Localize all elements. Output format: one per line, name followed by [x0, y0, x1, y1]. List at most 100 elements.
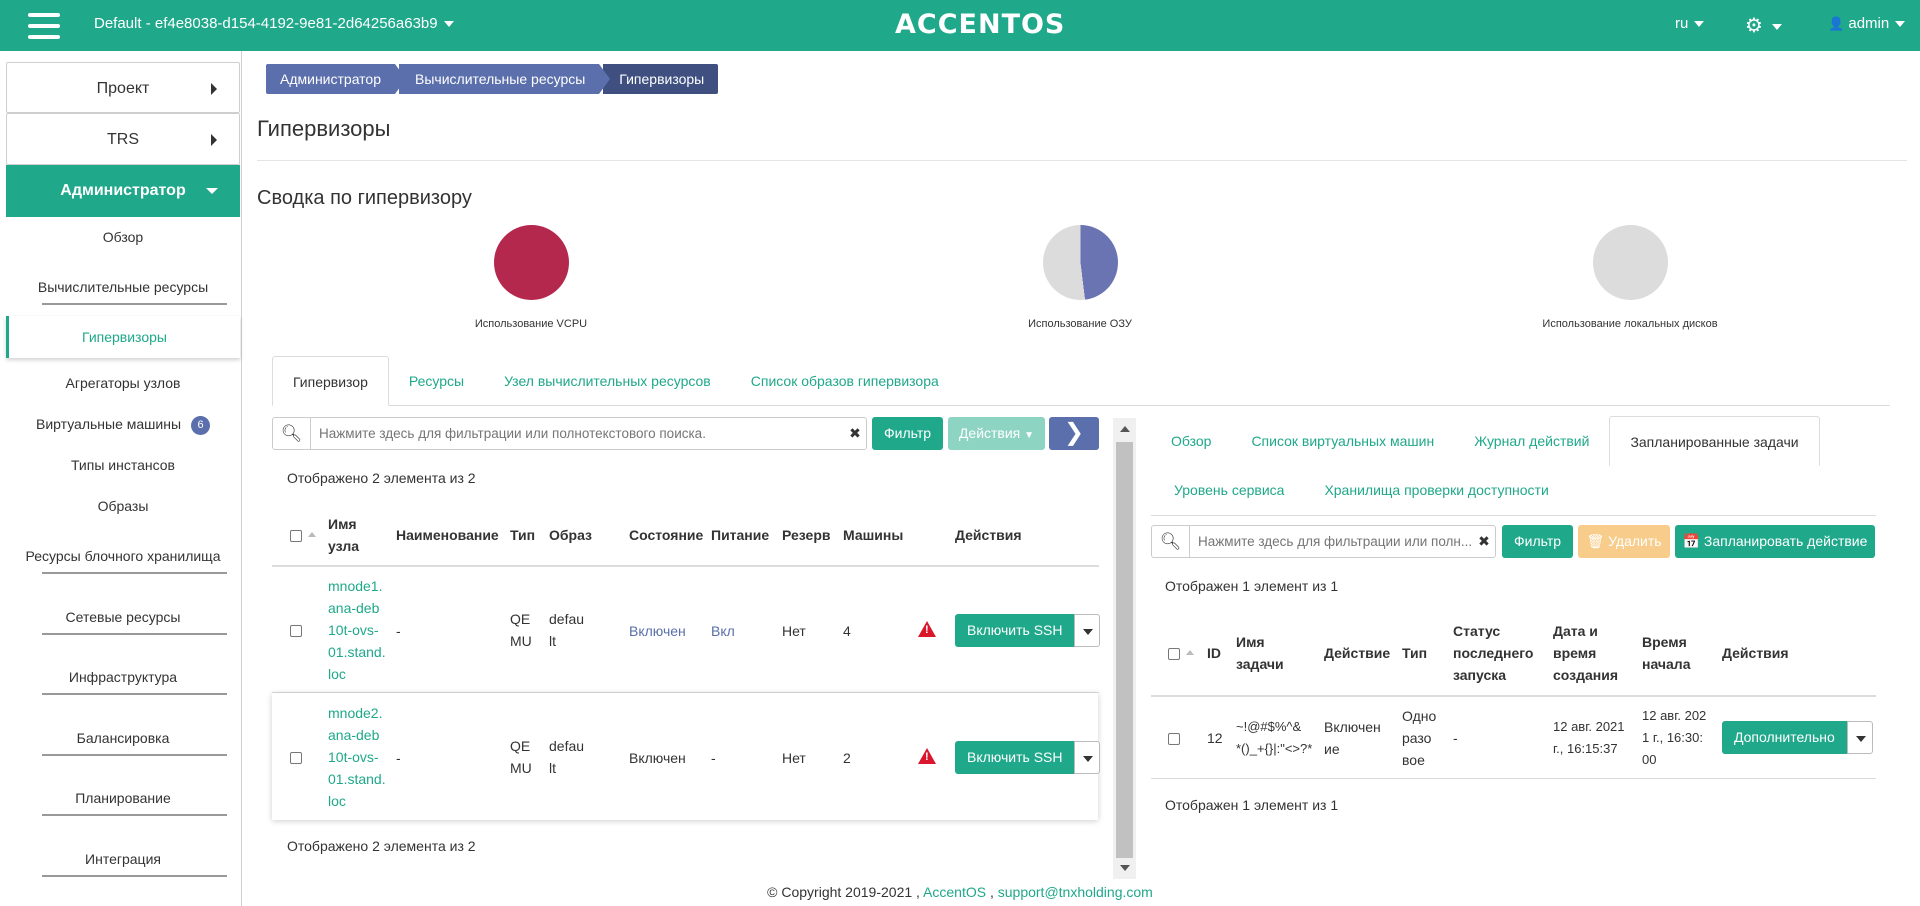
summary-title: Сводка по гипервизору: [257, 187, 472, 209]
sidebar-item-admin[interactable]: Администратор: [6, 165, 240, 217]
row-checkbox[interactable]: [290, 625, 302, 637]
search-input[interactable]: [1190, 526, 1473, 557]
chevron-down-icon: [443, 21, 454, 28]
actions-button[interactable]: Действия ▼: [948, 417, 1045, 450]
search-input[interactable]: [311, 418, 844, 449]
sidebar-item-block-storage[interactable]: Ресурсы блочного хранилища: [6, 548, 240, 574]
column-header[interactable]: Имя узла: [328, 513, 372, 557]
accentos-link[interactable]: AccentOS: [923, 884, 986, 900]
row-checkbox[interactable]: [290, 752, 302, 764]
hypervisor-name-link[interactable]: mnode1. ana-deb 10t-ovs- 01.stand. loc: [328, 575, 392, 685]
column-header[interactable]: Статус последнего запуска: [1453, 620, 1533, 686]
user-icon: 👤: [1828, 16, 1845, 31]
scrollbar[interactable]: [1113, 418, 1136, 879]
sidebar-item-instances[interactable]: Виртуальные машины 6: [6, 416, 240, 435]
select-all-checkbox[interactable]: [290, 530, 302, 542]
column-header[interactable]: Имя задачи: [1236, 631, 1284, 675]
user-menu[interactable]: 👤 admin: [1828, 15, 1906, 32]
tab-image-list[interactable]: Список образов гипервизора: [731, 356, 959, 406]
hypervisor-reserve: Нет: [782, 623, 806, 639]
sidebar-item-scheduling[interactable]: Планирование: [6, 790, 240, 816]
column-header[interactable]: Дата и время создания: [1553, 620, 1618, 686]
sidebar-item-project[interactable]: Проект: [6, 62, 240, 113]
task-created: 12 авг. 2021 г., 16:15:37: [1553, 719, 1625, 756]
column-header[interactable]: Машины: [843, 524, 903, 546]
column-header[interactable]: Состояние: [629, 524, 703, 546]
column-header[interactable]: Резерв: [782, 524, 831, 546]
more-button[interactable]: Дополнительно: [1722, 721, 1847, 754]
scroll-up-icon[interactable]: [1120, 426, 1130, 432]
breadcrumb-item[interactable]: Администратор: [266, 64, 407, 94]
tab-resources[interactable]: Ресурсы: [389, 356, 484, 406]
tab-overview[interactable]: Обзор: [1151, 416, 1231, 466]
hypervisor-state: Включен: [629, 623, 686, 639]
breadcrumb: Администратор Вычислительные ресурсы Гип…: [266, 64, 722, 94]
tab-scheduled-tasks[interactable]: Запланированные задачи: [1609, 416, 1820, 466]
vcpu-usage-pie: [494, 225, 569, 300]
column-header[interactable]: Тип: [1402, 642, 1427, 664]
sidebar-item-integration[interactable]: Интеграция: [6, 851, 240, 877]
project-selector[interactable]: Default - ef4e8038-d154-4192-9e81-2d6425…: [94, 15, 454, 32]
support-email-link[interactable]: support@tnxholding.com: [998, 884, 1153, 900]
tab-compute-node[interactable]: Узел вычислительных ресурсов: [484, 356, 731, 406]
tab-hypervisor[interactable]: Гипервизор: [272, 356, 389, 406]
column-header[interactable]: Образ: [549, 524, 592, 546]
search-icon[interactable]: 🔍︎: [273, 418, 311, 449]
sidebar-item-trs[interactable]: TRS: [6, 113, 240, 165]
tabs-divider: [1151, 515, 1876, 516]
breadcrumb-item[interactable]: Гипервизоры: [603, 64, 719, 94]
filter-button[interactable]: Фильтр: [872, 417, 943, 450]
language-selector[interactable]: ru: [1675, 15, 1705, 32]
enable-ssh-button[interactable]: Включить SSH: [955, 614, 1075, 647]
task-start: 12 авг. 202 1 г., 16:30: 00: [1642, 708, 1707, 767]
sidebar-item-balancing[interactable]: Балансировка: [6, 730, 240, 756]
delete-button[interactable]: 🗑 Удалить: [1578, 525, 1670, 558]
select-all-checkbox[interactable]: [1168, 648, 1180, 660]
column-header[interactable]: Действие: [1324, 642, 1390, 664]
tab-service-level[interactable]: Уровень сервиса: [1154, 465, 1304, 515]
row-action-dropdown[interactable]: [1074, 741, 1101, 774]
clear-icon[interactable]: ✖: [844, 425, 866, 442]
clear-icon[interactable]: ✖: [1473, 533, 1495, 550]
tab-action-log[interactable]: Журнал действий: [1454, 416, 1609, 466]
tab-availability-storage[interactable]: Хранилища проверки доступности: [1304, 465, 1568, 515]
sidebar-item-images[interactable]: Образы: [6, 498, 240, 514]
row-action-dropdown[interactable]: [1846, 721, 1873, 754]
sidebar-item-flavors[interactable]: Типы инстансов: [6, 457, 240, 473]
warning-icon: !: [918, 748, 936, 764]
sidebar-item-infrastructure[interactable]: Инфраструктура: [6, 669, 240, 695]
column-header[interactable]: Тип: [510, 524, 535, 546]
hypervisor-machines: 2: [843, 750, 851, 766]
column-header[interactable]: Питание: [711, 524, 769, 546]
scrollbar-thumb[interactable]: [1116, 442, 1133, 858]
sidebar-item-hypervisors[interactable]: Гипервизоры: [6, 316, 240, 358]
next-arrow-button[interactable]: ❯: [1049, 417, 1099, 450]
filter-button[interactable]: Фильтр: [1502, 525, 1573, 558]
hypervisor-name-link[interactable]: mnode2. ana-deb 10t-ovs- 01.stand. loc: [328, 702, 392, 812]
sidebar-item-label: Ресурсы блочного хранилища: [25, 548, 221, 564]
enable-ssh-button[interactable]: Включить SSH: [955, 741, 1075, 774]
sidebar-item-network[interactable]: Сетевые ресурсы: [6, 609, 240, 635]
task-action: Включен ие: [1324, 719, 1381, 757]
search-icon[interactable]: 🔍︎: [1152, 526, 1190, 557]
schedule-action-button[interactable]: 📅 Запланировать действие: [1675, 525, 1875, 558]
settings-menu[interactable]: ⚙: [1745, 13, 1782, 38]
divider: [272, 565, 1099, 567]
pie-label: Использование VCPU: [474, 318, 588, 330]
sidebar-item-aggregates[interactable]: Агрегаторы узлов: [6, 375, 240, 391]
sidebar-item-compute[interactable]: Вычислительные ресурсы: [6, 279, 240, 305]
row-action-dropdown[interactable]: [1074, 614, 1101, 647]
column-header[interactable]: Наименование: [396, 524, 499, 546]
chevron-down-icon: ▼: [1024, 430, 1035, 441]
column-header[interactable]: ID: [1207, 642, 1221, 664]
hypervisor-search: 🔍︎ ✖: [272, 417, 867, 450]
column-header[interactable]: Время начала: [1642, 631, 1691, 675]
tab-vm-list[interactable]: Список виртуальных машин: [1231, 416, 1454, 466]
scroll-down-icon[interactable]: [1120, 865, 1130, 871]
sidebar-item-label: Администратор: [60, 182, 186, 199]
sidebar-item-overview[interactable]: Обзор: [6, 229, 240, 245]
menu-toggle-icon[interactable]: [28, 13, 60, 39]
hypervisor-tabs: Гипервизор Ресурсы Узел вычислительных р…: [272, 356, 959, 406]
breadcrumb-item[interactable]: Вычислительные ресурсы: [399, 64, 611, 94]
row-checkbox[interactable]: [1168, 733, 1180, 745]
